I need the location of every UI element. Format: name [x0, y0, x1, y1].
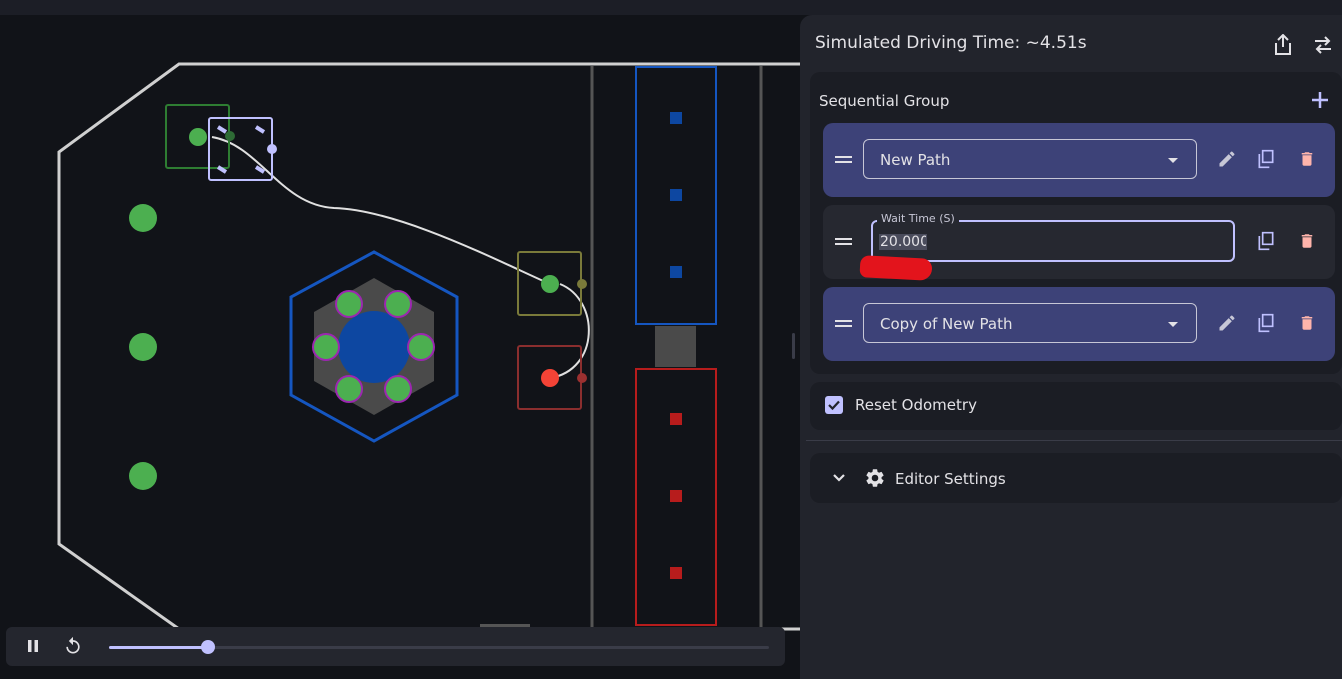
path-select-value: New Path — [880, 151, 951, 169]
path-select[interactable]: New Path — [863, 139, 1197, 179]
playback-progress — [109, 646, 208, 649]
reset-odometry-row[interactable]: Reset Odometry — [810, 382, 1342, 430]
gear-icon — [866, 469, 884, 487]
reset-odometry-checkbox[interactable] — [825, 396, 843, 414]
dropdown-caret-icon — [1168, 322, 1178, 327]
share-button[interactable] — [1270, 32, 1296, 58]
wait-time-input[interactable] — [880, 234, 926, 250]
drag-handle-icon[interactable] — [835, 156, 852, 165]
add-command-button[interactable] — [1308, 88, 1332, 112]
edit-path-button[interactable] — [1215, 311, 1239, 335]
delete-button[interactable] — [1295, 311, 1319, 335]
edit-path-button[interactable] — [1215, 147, 1239, 171]
playback-thumb[interactable] — [201, 640, 215, 654]
trash-icon — [1301, 152, 1313, 166]
editor-settings-expander[interactable]: Editor Settings — [810, 453, 1342, 503]
path-curve-2 — [549, 283, 590, 379]
editor-panel: Simulated Driving Time: ~4.51s Sequentia… — [800, 15, 1342, 679]
chevron-down-icon — [833, 474, 845, 482]
duplicate-button[interactable] — [1254, 229, 1278, 253]
replay-icon — [66, 636, 80, 654]
share-icon — [1275, 34, 1291, 55]
sequential-group: Sequential Group New Path Wait Time (S) … — [810, 72, 1342, 374]
game-piece — [129, 204, 157, 232]
editor-settings-label: Editor Settings — [895, 470, 1006, 488]
drag-handle-icon[interactable] — [835, 320, 852, 329]
group-title: Sequential Group — [819, 92, 950, 110]
path-select[interactable]: Copy of New Path — [863, 303, 1197, 343]
game-piece — [129, 462, 157, 490]
top-bar — [0, 0, 1342, 15]
panel-resize-handle[interactable] — [792, 333, 795, 359]
path-curve — [211, 136, 551, 285]
pause-icon — [28, 640, 38, 652]
blue-marker — [670, 189, 682, 201]
copy-icon — [1258, 149, 1274, 169]
path-command: New Path — [823, 123, 1335, 197]
blue-marker — [670, 266, 682, 278]
divider — [806, 440, 1342, 441]
plus-icon — [1312, 92, 1328, 108]
dropdown-caret-icon — [1168, 158, 1178, 163]
field-canvas[interactable] — [0, 15, 800, 679]
field-drawing[interactable] — [0, 15, 800, 679]
path-command: Copy of New Path — [823, 287, 1335, 361]
mid-waypoint — [541, 275, 559, 293]
red-annotation-mark — [859, 255, 933, 281]
restart-button[interactable] — [62, 635, 84, 657]
wait-command: Wait Time (S) — [823, 205, 1335, 281]
red-marker — [670, 490, 682, 502]
end-waypoint — [541, 369, 559, 387]
pencil-icon — [1219, 315, 1235, 331]
wait-time-label: Wait Time (S) — [877, 212, 959, 225]
red-marker — [670, 413, 682, 425]
simulated-time-title: Simulated Driving Time: ~4.51s — [815, 33, 1087, 53]
copy-icon — [1258, 313, 1274, 333]
swap-button[interactable] — [1310, 32, 1336, 58]
delete-button[interactable] — [1295, 147, 1319, 171]
pencil-icon — [1219, 151, 1235, 167]
copy-icon — [1258, 231, 1274, 251]
reset-odometry-label: Reset Odometry — [855, 396, 977, 414]
mid-control — [577, 279, 587, 289]
pause-button[interactable] — [22, 635, 44, 657]
trash-icon — [1301, 316, 1313, 330]
wait-time-value[interactable] — [879, 234, 927, 250]
playback-bar — [6, 627, 785, 666]
path-select-value: Copy of New Path — [880, 315, 1013, 333]
swap-horizontal-icon — [1315, 36, 1331, 54]
checkmark-icon — [828, 400, 840, 411]
wait-time-field[interactable]: Wait Time (S) — [871, 212, 1235, 262]
reef-center — [338, 311, 410, 383]
end-control — [577, 373, 587, 383]
duplicate-button[interactable] — [1254, 311, 1278, 335]
blue-marker — [670, 112, 682, 124]
delete-button[interactable] — [1295, 229, 1319, 253]
start-waypoint — [189, 128, 207, 146]
center-block — [655, 326, 696, 367]
drag-handle-icon[interactable] — [835, 238, 852, 247]
trash-icon — [1301, 234, 1313, 248]
duplicate-button[interactable] — [1254, 147, 1278, 171]
game-piece — [129, 333, 157, 361]
playback-slider[interactable] — [109, 640, 769, 654]
start-control — [225, 131, 235, 141]
red-marker — [670, 567, 682, 579]
